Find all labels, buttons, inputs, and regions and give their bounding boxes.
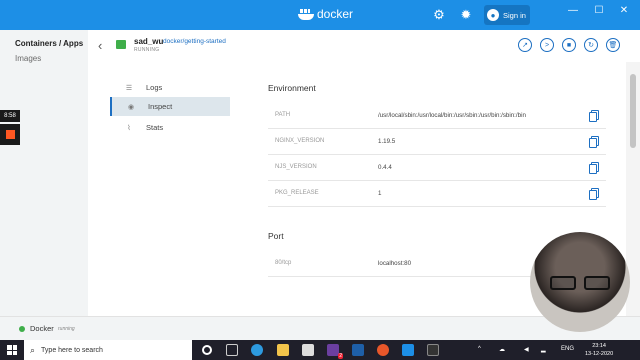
minimize-button[interactable]: — bbox=[566, 3, 580, 17]
env-key: NGINX_VERSION bbox=[275, 138, 325, 144]
env-row: NJS_VERSION 0.4.4 bbox=[268, 155, 606, 181]
stop-button[interactable]: ■ bbox=[562, 38, 576, 52]
sign-in-button[interactable]: ● Sign in bbox=[484, 5, 530, 25]
open-in-browser-button[interactable]: ↗ bbox=[518, 38, 532, 52]
sign-in-label: Sign in bbox=[503, 10, 526, 20]
tab-stats[interactable]: ⌇ Stats bbox=[110, 118, 230, 137]
tab-inspect-label: Inspect bbox=[148, 102, 173, 111]
restart-button[interactable]: ↻ bbox=[584, 38, 598, 52]
store-icon[interactable] bbox=[302, 344, 314, 356]
env-row: PATH /usr/local/sbin:/usr/local/bin:/usr… bbox=[268, 103, 606, 129]
port-title: Port bbox=[268, 231, 284, 241]
port-value: localhost:80 bbox=[378, 260, 412, 267]
env-row: PKG_RELEASE 1 bbox=[268, 181, 606, 207]
docker-logo: docker bbox=[298, 7, 353, 21]
language-indicator[interactable]: ENG bbox=[561, 346, 574, 352]
env-key: PATH bbox=[275, 112, 291, 118]
clock-time: 23:14 bbox=[592, 343, 606, 349]
task-view-icon[interactable] bbox=[226, 344, 238, 356]
volume-icon[interactable]: ◀ bbox=[524, 346, 529, 353]
app-icon[interactable]: 2 bbox=[327, 344, 343, 359]
env-value: 0.4.4 bbox=[378, 164, 392, 171]
taskbar-search-input[interactable]: ⌕ Type here to search bbox=[24, 340, 192, 360]
engine-name: Docker bbox=[30, 324, 54, 333]
status-bar: Docker running bbox=[0, 316, 640, 340]
container-image-link[interactable]: docker/getting-started bbox=[163, 38, 226, 45]
environment-title: Environment bbox=[268, 83, 316, 93]
container-status: RUNNING bbox=[134, 47, 160, 53]
tray-chevron-icon[interactable]: ^ bbox=[478, 346, 481, 352]
env-row: NGINX_VERSION 1.19.5 bbox=[268, 129, 606, 155]
network-icon[interactable]: ▂ bbox=[541, 346, 546, 353]
tab-stats-label: Stats bbox=[146, 123, 164, 132]
scrollbar-thumb[interactable] bbox=[630, 74, 636, 148]
cli-button[interactable]: > bbox=[540, 38, 554, 52]
delete-button[interactable]: 🗑 bbox=[606, 38, 620, 52]
env-value: 1 bbox=[378, 190, 382, 197]
env-key: PKG_RELEASE bbox=[275, 190, 319, 196]
cortana-icon[interactable] bbox=[202, 345, 212, 355]
troubleshoot-bug-icon[interactable]: ✹ bbox=[457, 6, 475, 24]
copy-icon[interactable] bbox=[589, 162, 599, 174]
docker-whale-icon bbox=[298, 8, 314, 20]
back-chevron-icon[interactable]: ‹ bbox=[98, 38, 102, 53]
container-name: sad_wu bbox=[134, 37, 164, 46]
copy-icon[interactable] bbox=[589, 188, 599, 200]
sidebar-item-images[interactable]: Images bbox=[15, 54, 41, 63]
app-name: docker bbox=[317, 7, 354, 21]
port-key: 80/tcp bbox=[275, 260, 292, 266]
settings-gear-icon[interactable]: ⚙ bbox=[430, 6, 448, 24]
webcam-overlay bbox=[530, 232, 630, 332]
edge-browser-icon[interactable] bbox=[251, 344, 263, 356]
search-placeholder: Type here to search bbox=[41, 346, 103, 354]
env-value: 1.19.5 bbox=[378, 138, 396, 145]
engine-state: running bbox=[58, 326, 75, 332]
system-clock[interactable]: 23:14 13-12-2020 bbox=[585, 342, 613, 358]
app-icon[interactable] bbox=[352, 344, 364, 356]
recording-timer: 8:58 bbox=[0, 110, 20, 122]
recording-stop-button[interactable] bbox=[0, 124, 20, 145]
sidebar: Containers / Apps Images bbox=[0, 30, 88, 316]
tab-logs[interactable]: ☰ Logs bbox=[110, 78, 230, 97]
tab-inspect[interactable]: ◉ Inspect bbox=[110, 97, 230, 116]
sidebar-item-containers-apps[interactable]: Containers / Apps bbox=[15, 39, 83, 48]
terminal-icon[interactable] bbox=[427, 344, 439, 356]
maximize-button[interactable]: ☐ bbox=[592, 3, 606, 17]
env-value: /usr/local/sbin:/usr/local/bin:/usr/sbin… bbox=[378, 112, 526, 119]
cloud-icon[interactable]: ☁ bbox=[499, 346, 505, 353]
docker-taskbar-icon[interactable] bbox=[402, 344, 414, 356]
search-icon: ⌕ bbox=[30, 344, 36, 355]
notification-badge: 2 bbox=[338, 353, 343, 359]
chart-icon: ⌇ bbox=[127, 124, 131, 132]
user-avatar-icon: ● bbox=[487, 9, 499, 21]
file-explorer-icon[interactable] bbox=[277, 344, 289, 356]
env-key: NJS_VERSION bbox=[275, 164, 317, 170]
eye-icon: ◉ bbox=[127, 103, 135, 111]
container-cube-icon bbox=[116, 40, 126, 49]
clock-date: 13-12-2020 bbox=[585, 351, 614, 357]
container-header: ‹ sad_wu docker/getting-started RUNNING … bbox=[88, 30, 640, 62]
windows-taskbar: ⌕ Type here to search 2 ^ ☁ ◀ ▂ ENG 23:1… bbox=[0, 340, 640, 360]
copy-icon[interactable] bbox=[589, 136, 599, 148]
close-window-button[interactable]: ✕ bbox=[617, 3, 631, 17]
copy-icon[interactable] bbox=[589, 110, 599, 122]
webcam-person bbox=[550, 276, 610, 290]
screen-recorder-icon[interactable] bbox=[377, 344, 389, 356]
running-status-dot-icon bbox=[19, 326, 25, 332]
title-bar: docker ⚙ ✹ ● Sign in — ☐ ✕ bbox=[0, 0, 640, 30]
tab-logs-label: Logs bbox=[146, 83, 163, 92]
logs-icon: ☰ bbox=[125, 84, 133, 92]
windows-start-icon[interactable] bbox=[7, 345, 17, 355]
